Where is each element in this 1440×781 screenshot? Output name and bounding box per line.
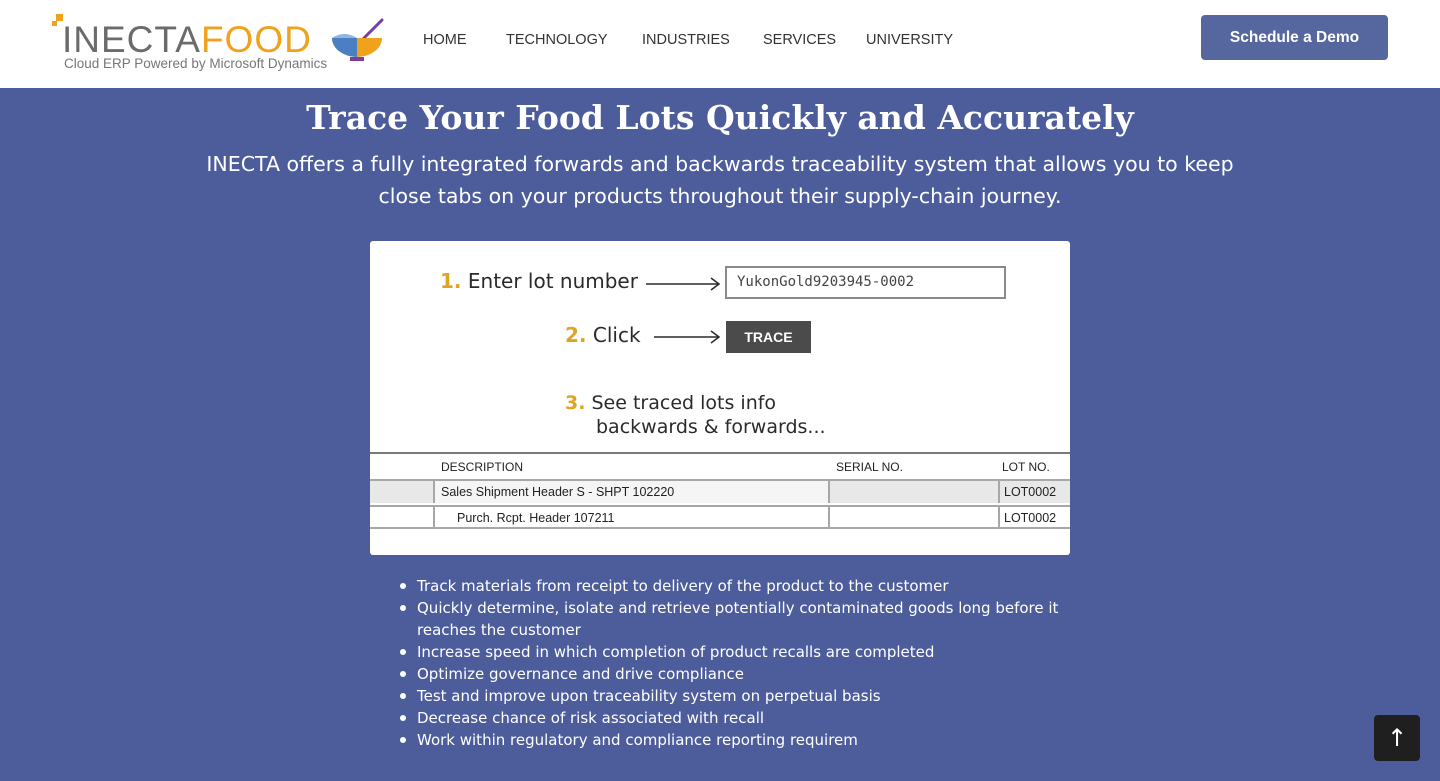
step-3-label: 3. See traced lots info backwards & forw… [565,392,826,438]
logo-tagline: Cloud ERP Powered by Microsoft Dynamics [64,56,328,71]
arrow-right-icon [654,330,721,344]
cell-lot: LOT0002 [998,507,1070,529]
traceability-illustration: 1. Enter lot number YukonGold9203945-000… [370,241,1070,555]
nav-industries[interactable]: INDUSTRIES [642,32,730,48]
cell-description: Sales Shipment Header S - SHPT 102220 [433,481,830,503]
col-header-lot: LOT NO. [1002,460,1050,474]
step-1-label: 1. Enter lot number [440,269,638,293]
cell-serial [830,481,998,503]
cell-description: Purch. Rcpt. Header 107211 [433,507,830,529]
benefits-list: Track materials from receipt to delivery… [399,575,1059,751]
schedule-demo-button[interactable]: Schedule a Demo [1201,15,1388,60]
table-row[interactable]: Purch. Rcpt. Header 107211 LOT0002 [370,505,1070,529]
table-row[interactable]: Sales Shipment Header S - SHPT 102220 LO… [370,479,1070,503]
nav-university[interactable]: UNIVERSITY [866,32,953,48]
list-item: Decrease chance of risk associated with … [399,707,1059,729]
col-header-description: DESCRIPTION [441,460,524,474]
inectafood-logo[interactable]: INECTAFOOD Cloud ERP Powered by Microsof… [52,12,392,74]
list-item: Work within regulatory and compliance re… [399,729,1059,751]
list-item: Quickly determine, isolate and retrieve … [399,597,1059,641]
scroll-to-top-button[interactable]: ↑ [1374,715,1420,761]
arrow-right-icon [646,277,721,291]
page-title: Trace Your Food Lots Quickly and Accurat… [306,98,1134,137]
arrow-up-icon: ↑ [1386,724,1408,752]
list-item: Track materials from receipt to delivery… [399,575,1059,597]
cell-lot: LOT0002 [998,481,1070,503]
nav-home[interactable]: HOME [423,32,467,48]
nav-services[interactable]: SERVICES [763,32,836,48]
trace-button[interactable]: TRACE [726,321,811,353]
list-item: Test and improve upon traceability syste… [399,685,1059,707]
step-2-label: 2. Click [565,323,641,347]
bowl-icon [332,18,384,61]
list-item: Optimize governance and drive compliance [399,663,1059,685]
page-subtitle: INECTA offers a fully integrated forward… [206,152,1234,208]
list-item: Increase speed in which completion of pr… [399,641,1059,663]
col-header-serial: SERIAL NO. [836,460,903,474]
lot-number-field[interactable]: YukonGold9203945-0002 [725,266,1006,299]
site-header: INECTAFOOD Cloud ERP Powered by Microsof… [0,0,1440,88]
cell-serial [830,507,998,529]
nav-technology[interactable]: TECHNOLOGY [506,32,608,48]
